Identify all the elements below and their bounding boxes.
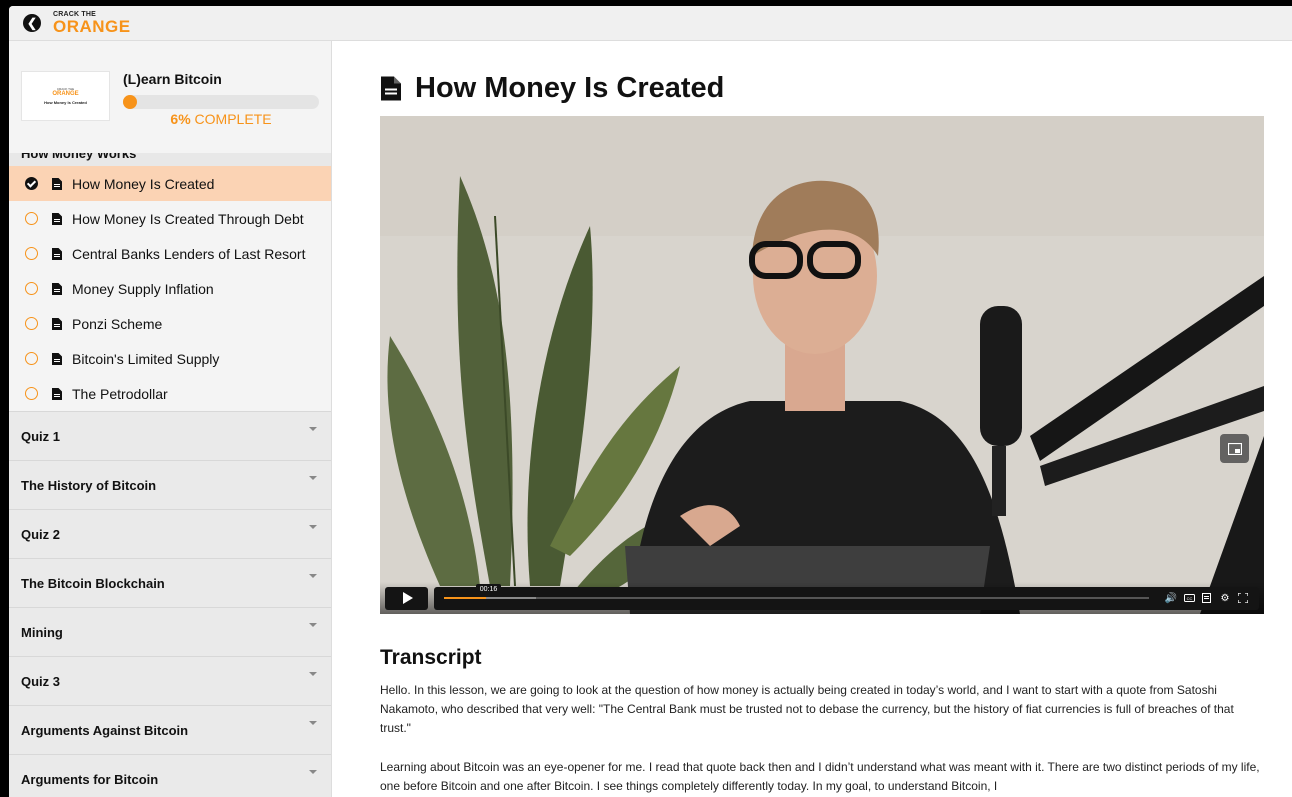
play-button[interactable]: [385, 586, 428, 610]
module-label: The Bitcoin Blockchain: [21, 575, 165, 591]
picture-in-picture-button[interactable]: [1220, 434, 1249, 463]
document-icon: [52, 247, 62, 260]
captions-icon[interactable]: CC: [1183, 592, 1195, 604]
module-label: Quiz 1: [21, 428, 61, 444]
back-icon[interactable]: ❮: [23, 14, 41, 32]
transcript-heading: Transcript: [380, 646, 482, 669]
thumb-title-text: How Money Is Created: [44, 99, 87, 105]
lesson-label: Bitcoin's Limited Supply: [72, 350, 220, 367]
caret-down-icon[interactable]: [309, 770, 317, 774]
transcript-paragraph: Learning about Bitcoin was an eye-opener…: [380, 760, 1260, 793]
control-icons: 🔊 CC ⚙: [1159, 592, 1249, 604]
document-icon: [52, 177, 62, 190]
page-title: How Money Is Created: [415, 72, 725, 104]
sidebar-module[interactable]: Arguments Against Bitcoin: [9, 705, 331, 754]
course-progress-text: 6% COMPLETE: [123, 111, 319, 127]
transcript-paragraph: Hello. In this lesson, we are going to l…: [380, 683, 1234, 735]
document-icon: [52, 212, 62, 225]
sidebar-module[interactable]: Quiz 1: [9, 411, 331, 460]
scrub-progress: [444, 597, 487, 599]
logo-big-text: ORANGE: [53, 17, 131, 36]
scrub-track[interactable]: 00:16: [444, 584, 1149, 599]
sidebar-module[interactable]: Quiz 3: [9, 656, 331, 705]
module-label: Arguments Against Bitcoin: [21, 722, 189, 738]
svg-text:CC: CC: [1186, 596, 1192, 601]
brand-logo[interactable]: CRACK THE ORANGE: [53, 11, 131, 35]
lesson-label: The Petrodollar: [72, 385, 168, 402]
progress-percent: 6%: [170, 111, 191, 127]
lesson-list: How Money Is Created How Money Is Created…: [9, 166, 331, 411]
document-icon: [381, 76, 401, 101]
fullscreen-icon[interactable]: [1237, 592, 1249, 604]
course-card: CRACK THE ORANGE How Money Is Created (L…: [9, 41, 331, 153]
picture-in-picture-icon: [1227, 442, 1242, 455]
course-info: (L)earn Bitcoin 6% COMPLETE: [123, 71, 319, 153]
module-list: Quiz 1 The History of Bitcoin Quiz 2 The Bi…: [9, 411, 331, 797]
sidebar-module[interactable]: Arguments for Bitcoin: [9, 754, 331, 797]
sidebar-module[interactable]: The History of Bitcoin: [9, 460, 331, 509]
main-content: How Money Is Created 00:16 🔊 CC ⚙ Transc…: [332, 41, 1292, 797]
sidebar-lesson-item[interactable]: How Money Is Created: [9, 166, 331, 201]
sidebar-module[interactable]: The Bitcoin Blockchain: [9, 558, 331, 607]
document-icon: [52, 352, 62, 365]
caret-down-icon[interactable]: [309, 427, 317, 431]
sidebar-lesson-item[interactable]: Ponzi Scheme: [9, 306, 331, 341]
video-scrubber[interactable]: 00:16 🔊 CC ⚙: [434, 584, 1259, 610]
incomplete-circle-icon[interactable]: [25, 212, 38, 225]
caret-down-icon[interactable]: [309, 672, 317, 676]
lesson-label: How Money Is Created: [72, 175, 215, 192]
completed-check-icon[interactable]: [25, 177, 38, 190]
course-sidebar: CRACK THE ORANGE How Money Is Created (L…: [9, 41, 332, 797]
module-label: Arguments for Bitcoin: [21, 771, 159, 787]
lesson-label: Ponzi Scheme: [72, 315, 163, 332]
settings-icon[interactable]: ⚙: [1219, 592, 1231, 604]
incomplete-circle-icon[interactable]: [25, 387, 38, 400]
current-time-tooltip: 00:16: [475, 584, 502, 595]
module-label: Quiz 3: [21, 673, 61, 689]
course-progress-bar: [123, 95, 319, 109]
incomplete-circle-icon[interactable]: [25, 247, 38, 260]
top-bar: ❮ CRACK THE ORANGE: [9, 6, 1292, 41]
sidebar-lesson-item[interactable]: Bitcoin's Limited Supply: [9, 341, 331, 376]
sidebar-module[interactable]: Mining: [9, 607, 331, 656]
video-player[interactable]: 00:16 🔊 CC ⚙: [380, 116, 1264, 614]
course-progress-fill: [123, 95, 137, 109]
caret-down-icon[interactable]: [309, 525, 317, 529]
incomplete-circle-icon[interactable]: [25, 352, 38, 365]
section-title: How Money Works: [21, 153, 137, 161]
sidebar-lesson-item[interactable]: How Money Is Created Through Debt: [9, 201, 331, 236]
lesson-heading: How Money Is Created: [381, 72, 724, 105]
document-icon: [52, 317, 62, 330]
volume-icon[interactable]: 🔊: [1165, 592, 1177, 604]
caret-down-icon[interactable]: [309, 574, 317, 578]
incomplete-circle-icon[interactable]: [25, 317, 38, 330]
lesson-label: Money Supply Inflation: [72, 280, 214, 297]
course-thumbnail: CRACK THE ORANGE How Money Is Created: [21, 71, 110, 121]
transcript-icon[interactable]: [1201, 592, 1213, 604]
module-label: Mining: [21, 624, 63, 640]
caret-down-icon[interactable]: [309, 721, 317, 725]
caret-down-icon[interactable]: [309, 623, 317, 627]
module-label: The History of Bitcoin: [21, 477, 157, 493]
module-label: Quiz 2: [21, 526, 61, 542]
lesson-label: Central Banks Lenders of Last Resort: [72, 245, 306, 262]
document-icon: [52, 282, 62, 295]
sidebar-lesson-item[interactable]: Money Supply Inflation: [9, 271, 331, 306]
thumb-orange-text: ORANGE: [52, 90, 79, 97]
incomplete-circle-icon[interactable]: [25, 282, 38, 295]
video-controls: 00:16 🔊 CC ⚙: [380, 582, 1264, 614]
section-header[interactable]: How Money Works: [9, 153, 331, 166]
progress-label: COMPLETE: [194, 111, 272, 127]
document-icon: [52, 387, 62, 400]
sidebar-lesson-item[interactable]: The Petrodollar: [9, 376, 331, 411]
video-frame: [380, 116, 1264, 614]
sidebar-lesson-item[interactable]: Central Banks Lenders of Last Resort: [9, 236, 331, 271]
app-window: ❮ CRACK THE ORANGE CRACK THE ORANGE How …: [9, 6, 1292, 797]
caret-down-icon[interactable]: [309, 476, 317, 480]
lesson-label: How Money Is Created Through Debt: [72, 210, 304, 227]
course-title: (L)earn Bitcoin: [123, 71, 222, 87]
sidebar-module[interactable]: Quiz 2: [9, 509, 331, 558]
